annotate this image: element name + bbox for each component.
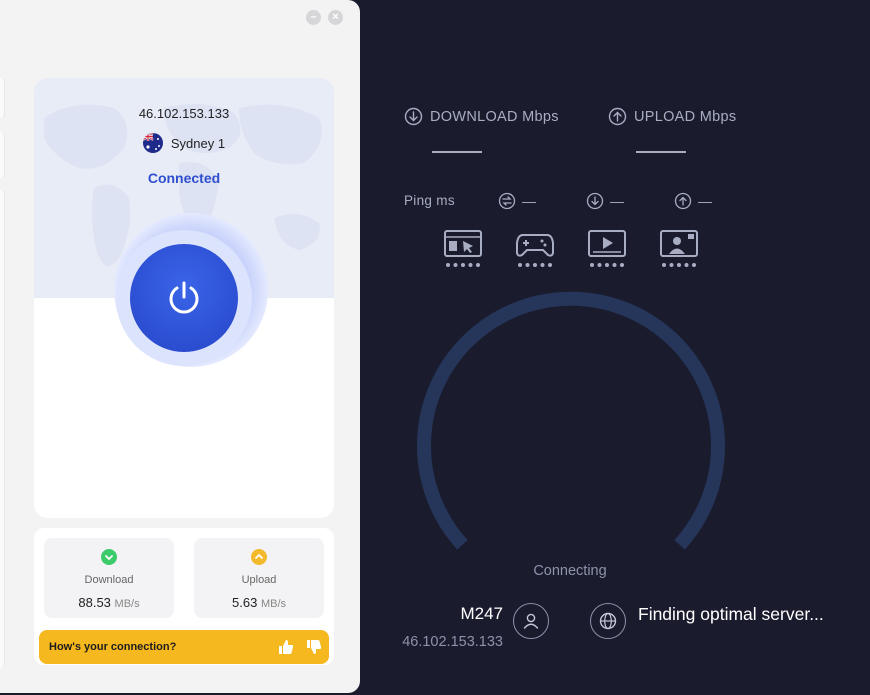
download-unit: MB/s [114, 598, 140, 610]
browsing-icon [444, 230, 482, 267]
upload-speed-placeholder [636, 151, 686, 153]
isp-ip: 46.102.153.133 [402, 634, 503, 650]
sidebar-edge-tab[interactable] [0, 132, 5, 178]
speed-gauge [417, 291, 725, 550]
power-button[interactable] [130, 244, 238, 352]
ping-download-icon [586, 192, 604, 210]
user-icon[interactable] [513, 603, 549, 639]
server-selector[interactable]: Sydney 1 [34, 133, 334, 153]
sidebar-edge-tab[interactable] [0, 78, 5, 118]
upload-arrow-icon [251, 549, 267, 565]
minimize-button[interactable]: – [306, 10, 321, 25]
upload-stat: Upload 5.63 MB/s [194, 538, 324, 618]
download-label: Download [84, 574, 134, 586]
connection-ip: 46.102.153.133 [138, 106, 230, 121]
video-call-icon [660, 230, 698, 267]
upload-value: 5.63 [232, 595, 258, 610]
download-arrow-icon [101, 549, 117, 565]
download-speed-placeholder [432, 151, 482, 153]
upload-speed-label: UPLOAD Mbps [634, 108, 737, 125]
speedtest-status: Connecting [533, 563, 607, 579]
server-finding-status: Finding optimal server... [638, 604, 824, 624]
ping-download-value: — [610, 193, 624, 209]
globe-icon[interactable] [590, 603, 626, 639]
close-button[interactable]: × [328, 10, 343, 25]
ping-jitter-value: — [522, 193, 536, 209]
feedback-question: How's your connection? [49, 641, 177, 653]
upload-value-row: 5.63 MB/s [194, 595, 324, 610]
gaming-icon [516, 234, 554, 267]
download-circle-icon [404, 107, 423, 126]
upload-speed-header: UPLOAD Mbps [608, 107, 736, 126]
download-speed-header: DOWNLOAD Mbps [404, 107, 559, 126]
download-value: 88.53 [78, 595, 111, 610]
ping-upload: — [674, 192, 712, 210]
streaming-icon [588, 230, 626, 267]
download-stat: Download 88.53 MB/s [44, 538, 174, 618]
ping-upload-icon [674, 192, 692, 210]
server-name: Sydney 1 [170, 135, 226, 151]
jitter-icon [498, 192, 516, 210]
stats-card: Download 88.53 MB/s Upload 5.63 MB/s How… [34, 528, 334, 665]
download-value-row: 88.53 MB/s [44, 595, 174, 610]
feedback-bar: How's your connection? [39, 630, 329, 664]
thumbs-down-icon[interactable] [305, 638, 323, 656]
upload-circle-icon [608, 107, 627, 126]
connection-status: Connected [147, 170, 221, 186]
thumbs-up-icon[interactable] [277, 638, 295, 656]
isp-name: M247 [460, 604, 503, 623]
ping-label: Ping ms [404, 193, 455, 208]
upload-label: Upload [241, 574, 277, 586]
vpn-app-window: – × 46.102.153.133 Sydney 1 Connected Do… [0, 0, 360, 693]
ping-upload-value: — [698, 193, 712, 209]
power-icon [169, 281, 199, 314]
ping-jitter: — [498, 192, 536, 210]
ping-download: — [586, 192, 624, 210]
connection-card: 46.102.153.133 Sydney 1 Connected [34, 78, 334, 518]
sidebar-edge-panel [0, 190, 5, 668]
download-speed-label: DOWNLOAD Mbps [430, 108, 559, 125]
australia-flag-icon [142, 133, 163, 153]
upload-unit: MB/s [260, 598, 286, 610]
